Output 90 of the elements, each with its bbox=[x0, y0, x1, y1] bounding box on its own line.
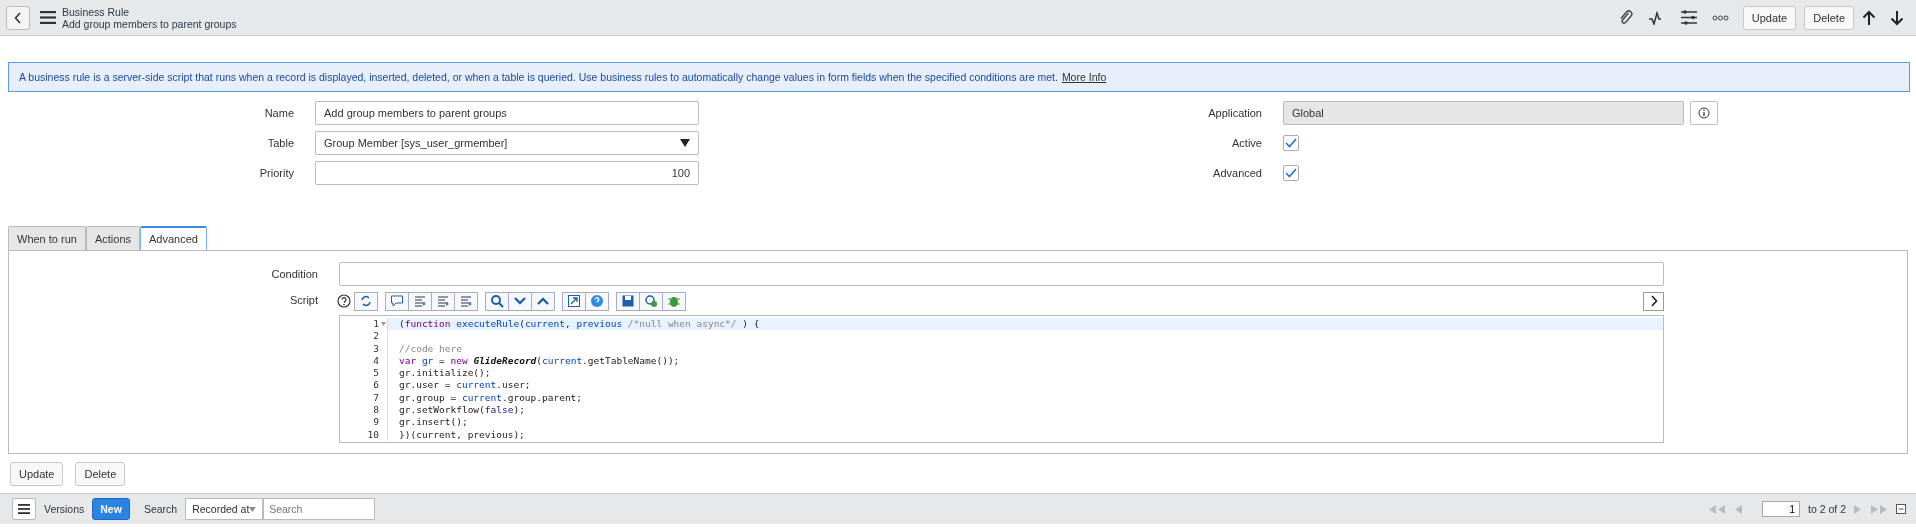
dropdown-triangle-icon bbox=[249, 506, 257, 512]
list-menu-button[interactable] bbox=[12, 498, 36, 520]
text-field[interactable]: 100 bbox=[315, 161, 699, 185]
text-field[interactable]: Add group members to parent groups bbox=[315, 101, 699, 125]
read-only-field[interactable]: Global bbox=[1283, 101, 1684, 125]
script-tool-button[interactable] bbox=[639, 291, 663, 311]
search-column-select[interactable]: Recorded at bbox=[185, 498, 264, 520]
more-icon[interactable] bbox=[1711, 14, 1729, 21]
script-tool-button[interactable] bbox=[616, 291, 640, 311]
code-line: //code here bbox=[399, 342, 462, 355]
script-tool-button[interactable] bbox=[485, 291, 509, 311]
text-lines-icon bbox=[413, 294, 427, 308]
list-title: Versions bbox=[44, 503, 85, 515]
line-number: 6 bbox=[373, 379, 379, 392]
expand-button[interactable] bbox=[1643, 291, 1664, 311]
arrow-up-icon[interactable] bbox=[1862, 9, 1876, 26]
script-tool-button[interactable] bbox=[354, 291, 378, 311]
search-label: Search bbox=[143, 503, 178, 515]
form-action-button[interactable]: Update bbox=[10, 462, 64, 486]
code-line: (function executeRule(current, previous /*null when async*/ ) { bbox=[399, 318, 760, 331]
chevron-right-icon bbox=[1649, 295, 1658, 307]
help-icon bbox=[590, 294, 604, 308]
line-number: 5 bbox=[373, 367, 379, 380]
field-label: Script bbox=[288, 293, 319, 306]
script-tool-button[interactable] bbox=[454, 291, 478, 311]
header-action-button[interactable]: Delete bbox=[1804, 5, 1854, 30]
page-number-field[interactable]: 1 bbox=[1762, 501, 1801, 517]
menu-icon[interactable] bbox=[40, 11, 56, 24]
form-type-title: Business Rule bbox=[62, 5, 131, 18]
line-number: 4 bbox=[373, 354, 379, 368]
arrow-down-icon[interactable] bbox=[1890, 9, 1904, 26]
line-number: 3 bbox=[373, 342, 379, 355]
field-label: Active bbox=[1231, 137, 1263, 149]
field-label: Application bbox=[1207, 107, 1263, 119]
info-button[interactable] bbox=[1690, 101, 1718, 125]
page-total: to 2 of 2 bbox=[1808, 503, 1846, 515]
help-icon[interactable] bbox=[337, 294, 351, 308]
speech-bubble-icon bbox=[390, 294, 404, 308]
table-select[interactable]: Group Member [sys_user_grmember] bbox=[315, 131, 699, 155]
form-action-button[interactable]: Delete bbox=[75, 462, 126, 486]
info-text: A business rule is a server-side script that runs when a record is displayed, inserted, deleted, or when a table is queried. Use business rules to automatically change values in form fields when the specified conditions are met. bbox=[19, 71, 1058, 83]
box-arrow-icon bbox=[567, 294, 581, 308]
collapse-icon[interactable] bbox=[1896, 504, 1906, 514]
script-tool-button[interactable] bbox=[662, 291, 686, 311]
info-icon bbox=[1698, 107, 1710, 119]
field-label: Table bbox=[266, 137, 295, 149]
checkbox[interactable] bbox=[1283, 165, 1299, 181]
new-button[interactable]: New bbox=[92, 498, 130, 520]
code-line: gr.group = current.group.parent; bbox=[399, 391, 583, 405]
more-info-link[interactable]: More Info bbox=[1061, 71, 1107, 83]
code-line: gr.setWorkflow(false); bbox=[399, 404, 525, 417]
search-icon bbox=[490, 294, 504, 308]
code-line: gr.user = current.user; bbox=[399, 379, 531, 392]
line-number: 2 bbox=[373, 330, 379, 343]
chevron-left-icon bbox=[14, 11, 22, 24]
bug-icon bbox=[667, 294, 681, 308]
search-field[interactable]: Search bbox=[263, 498, 376, 520]
sliders-icon[interactable] bbox=[1679, 10, 1698, 25]
code-line: })(current, previous); bbox=[399, 428, 525, 441]
header-action-button[interactable]: Update bbox=[1742, 5, 1797, 30]
section-tab[interactable]: Advanced bbox=[140, 226, 207, 250]
line-number: 1 bbox=[373, 318, 379, 331]
field-label: Name bbox=[263, 107, 295, 119]
code-line: gr.initialize(); bbox=[399, 367, 491, 380]
fold-triangle-icon[interactable] bbox=[381, 322, 386, 327]
checkbox[interactable] bbox=[1283, 135, 1299, 151]
script-tool-button[interactable] bbox=[408, 291, 432, 311]
dropdown-triangle-icon bbox=[680, 139, 690, 147]
code-line: gr.insert(); bbox=[399, 416, 468, 429]
section-tab[interactable]: Actions bbox=[85, 226, 140, 250]
section-tab[interactable]: When to run bbox=[8, 226, 86, 250]
line-number: 8 bbox=[373, 404, 379, 417]
back-button[interactable] bbox=[6, 5, 30, 30]
field-label: Advanced bbox=[1212, 167, 1263, 179]
script-tool-button[interactable] bbox=[385, 291, 409, 311]
script-tool-button[interactable] bbox=[508, 291, 532, 311]
script-tool-button[interactable] bbox=[562, 291, 586, 311]
menu-icon bbox=[18, 504, 30, 514]
script-tool-button[interactable] bbox=[585, 291, 609, 311]
script-tool-button[interactable] bbox=[531, 291, 555, 311]
field-label: Priority bbox=[258, 167, 295, 179]
line-number: 7 bbox=[373, 391, 379, 405]
script-tool-button[interactable] bbox=[431, 291, 455, 311]
line-number: 9 bbox=[373, 416, 379, 429]
line-number: 10 bbox=[367, 428, 379, 441]
record-title: Add group members to parent groups bbox=[62, 17, 237, 30]
condition-field[interactable] bbox=[339, 262, 1664, 286]
refresh-arrows-icon bbox=[359, 294, 373, 308]
code-line: var gr = new GlideRecord(current.getTableName()); bbox=[399, 354, 680, 368]
field-label: Condition bbox=[270, 268, 319, 280]
